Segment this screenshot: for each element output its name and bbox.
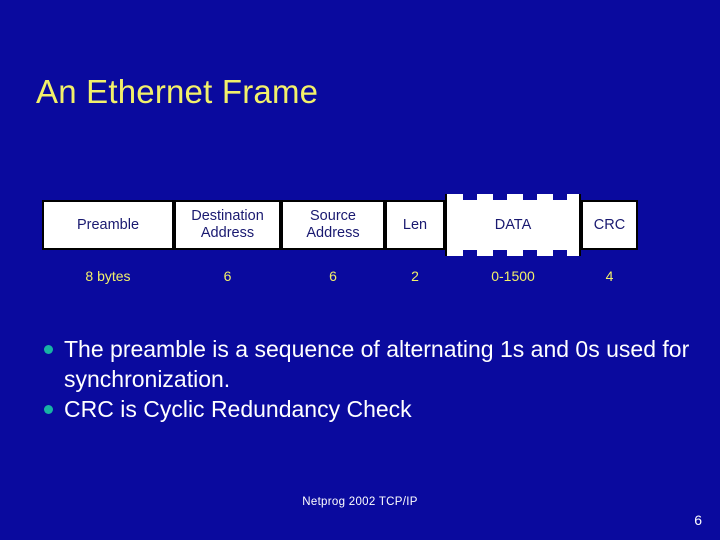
frame-field-source-address: Source Address xyxy=(281,200,385,250)
frame-field-data-variable-edge-top xyxy=(447,194,579,201)
frame-field-len-label: Len xyxy=(402,216,428,233)
bullet-dot-icon xyxy=(44,405,53,414)
list-item: CRC is Cyclic Redundancy Check xyxy=(40,394,690,424)
ethernet-frame-diagram: Preamble Destination Address Source Addr… xyxy=(42,194,638,256)
frame-field-destination-address-size: 6 xyxy=(223,268,232,284)
frame-field-data-size: 0-1500 xyxy=(491,268,535,284)
frame-field-crc: CRC xyxy=(581,200,638,250)
bullet-dot-icon xyxy=(44,345,53,354)
frame-field-data-label: DATA xyxy=(494,216,532,233)
frame-field-preamble: Preamble xyxy=(42,200,174,250)
bullet-text: The preamble is a sequence of alternatin… xyxy=(64,336,690,392)
frame-field-data-variable-edge-bottom xyxy=(447,249,579,256)
footer-note: Netprog 2002 TCP/IP xyxy=(302,496,418,508)
frame-field-source-address-label: Source Address xyxy=(306,208,360,241)
frame-field-destination-address: Destination Address xyxy=(174,200,281,250)
list-item: The preamble is a sequence of alternatin… xyxy=(40,334,690,394)
page-number: 6 xyxy=(694,512,702,528)
bullet-text: CRC is Cyclic Redundancy Check xyxy=(64,396,412,422)
frame-field-destination-address-label: Destination Address xyxy=(191,208,264,241)
bullet-list: The preamble is a sequence of alternatin… xyxy=(40,334,690,424)
frame-field-source-address-size: 6 xyxy=(329,268,337,284)
frame-field-len: Len xyxy=(385,200,445,250)
frame-field-sizes: 8 bytes 6 6 2 0-1500 4 xyxy=(42,264,638,288)
frame-field-preamble-label: Preamble xyxy=(76,216,140,233)
frame-field-crc-label: CRC xyxy=(593,216,626,233)
slide: An Ethernet Frame Preamble Destination A… xyxy=(0,0,720,540)
frame-field-data: DATA xyxy=(445,194,581,256)
page-title: An Ethernet Frame xyxy=(36,73,319,110)
frame-field-preamble-size: 8 bytes xyxy=(85,268,131,284)
frame-field-len-size: 2 xyxy=(411,268,419,284)
frame-field-crc-size: 4 xyxy=(605,268,614,284)
